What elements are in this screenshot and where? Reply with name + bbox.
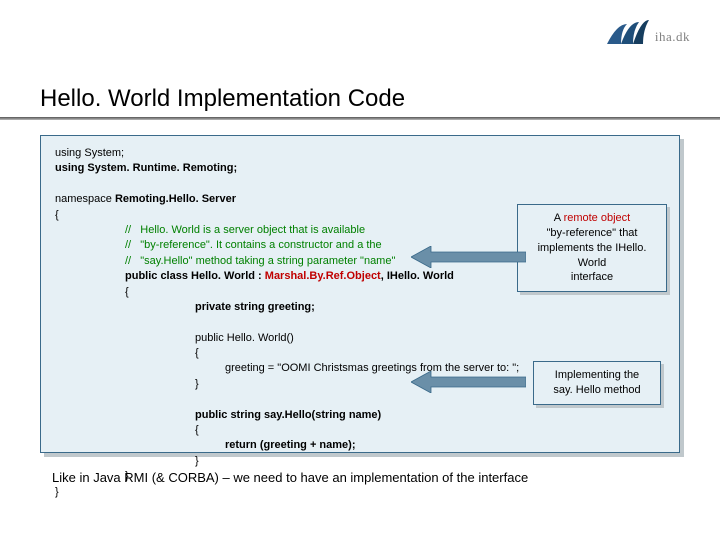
footnote: Like in Java RMI (& CORBA) – we need to …	[52, 470, 528, 485]
code-line: return (greeting + name);	[55, 438, 665, 453]
code-line: private string greeting;	[55, 300, 665, 315]
code-line: }	[55, 454, 665, 469]
code-line: public Hello. World()	[55, 331, 665, 346]
code-line: {	[55, 423, 665, 438]
code-line: using System;	[55, 146, 665, 161]
title-divider	[0, 117, 720, 120]
code-line: using System. Runtime. Remoting;	[55, 161, 665, 176]
code-line: public string say.Hello(string name)	[55, 408, 665, 423]
callout-remote-object: A remote object "by-reference" that impl…	[517, 204, 667, 292]
slide-title: Hello. World Implementation Code	[40, 85, 405, 113]
callout-say-hello: Implementing the say. Hello method	[533, 361, 661, 405]
iha-logo-icon	[607, 20, 649, 53]
code-panel: using System; using System. Runtime. Rem…	[40, 135, 680, 453]
header: iha.dk	[607, 20, 690, 53]
code-line: {	[55, 346, 665, 361]
code-line: }	[55, 485, 665, 500]
brand-text: iha.dk	[655, 29, 690, 45]
